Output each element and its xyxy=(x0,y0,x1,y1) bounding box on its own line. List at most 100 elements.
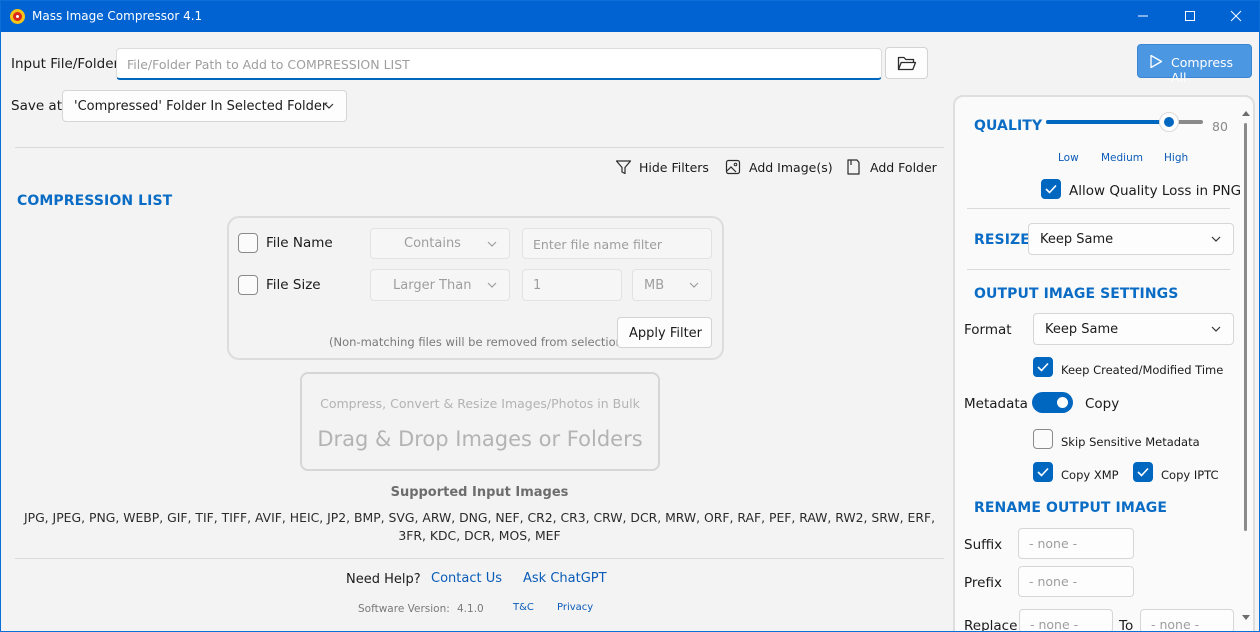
file-size-value-input[interactable]: 1 xyxy=(522,269,622,301)
copy-xmp-label: Copy XMP xyxy=(1061,468,1119,482)
quality-title: QUALITY xyxy=(974,118,1043,134)
file-size-filter-checkbox[interactable] xyxy=(238,275,258,295)
rename-output-title: RENAME OUTPUT IMAGE xyxy=(974,500,1168,516)
file-name-filter-label: File Name xyxy=(266,235,333,251)
minimize-button[interactable] xyxy=(1120,1,1166,32)
quality-medium-label[interactable]: Medium xyxy=(1101,152,1143,164)
metadata-toggle-label: Copy xyxy=(1085,396,1120,412)
browse-folder-button[interactable] xyxy=(885,47,928,79)
add-folder-label: Add Folder xyxy=(870,160,937,175)
hide-filters-label: Hide Filters xyxy=(639,160,709,175)
file-size-unit-value: MB xyxy=(644,278,665,293)
checkmark-icon xyxy=(1037,362,1049,372)
prefix-input[interactable]: - none - xyxy=(1018,566,1134,597)
allow-quality-loss-png-checkbox[interactable] xyxy=(1041,179,1061,199)
save-at-label: Save at xyxy=(11,98,62,114)
drop-zone-title: Drag & Drop Images or Folders xyxy=(317,427,643,451)
resize-title: RESIZE xyxy=(974,232,1030,248)
hide-filters-button[interactable]: Hide Filters xyxy=(615,159,709,177)
window-title: Mass Image Compressor 4.1 xyxy=(32,9,203,23)
to-input[interactable]: - none - xyxy=(1140,609,1234,632)
app-window: Mass Image Compressor 4.1 Input File/Fol… xyxy=(0,0,1260,632)
replace-placeholder: - none - xyxy=(1030,617,1079,632)
filter-note: (Non-matching files will be removed from… xyxy=(329,335,628,349)
keep-time-checkbox[interactable] xyxy=(1033,357,1053,377)
drop-zone[interactable]: Compress, Convert & Resize Images/Photos… xyxy=(300,372,660,471)
ask-chatgpt-link[interactable]: Ask ChatGPT xyxy=(523,571,607,586)
file-name-operator-value: Contains xyxy=(404,236,461,251)
close-icon xyxy=(1230,10,1242,22)
resize-value: Keep Same xyxy=(1040,232,1114,247)
suffix-placeholder: - none - xyxy=(1029,536,1078,551)
supported-formats-line-2: 3FR, KDC, DCR, MOS, MEF xyxy=(398,528,561,543)
close-button[interactable] xyxy=(1213,1,1259,32)
file-name-filter-checkbox[interactable] xyxy=(238,233,258,253)
metadata-toggle[interactable] xyxy=(1032,392,1073,413)
chevron-down-icon xyxy=(487,241,497,247)
output-settings-title: OUTPUT IMAGE SETTINGS xyxy=(974,286,1179,302)
scrollbar-thumb[interactable] xyxy=(1244,123,1247,531)
privacy-link[interactable]: Privacy xyxy=(557,602,593,613)
maximize-button[interactable] xyxy=(1167,1,1213,32)
contact-us-link[interactable]: Contact Us xyxy=(431,571,502,586)
file-name-filter-placeholder: Enter file name filter xyxy=(533,237,663,252)
play-icon xyxy=(1150,54,1163,69)
compress-all-button[interactable]: Compress All xyxy=(1137,44,1252,85)
replace-label: Replace xyxy=(964,618,1018,632)
save-location-dropdown[interactable]: 'Compressed' Folder In Selected Folder xyxy=(62,90,347,122)
input-path-placeholder: File/Folder Path to Add to COMPRESSION L… xyxy=(127,57,410,72)
file-size-unit-dropdown[interactable]: MB xyxy=(632,269,712,301)
copy-xmp-checkbox[interactable] xyxy=(1033,462,1053,482)
save-location-value: 'Compressed' Folder In Selected Folder xyxy=(74,99,328,114)
quality-low-label[interactable]: Low xyxy=(1058,152,1079,164)
copy-iptc-label: Copy IPTC xyxy=(1161,468,1219,482)
checkmark-icon xyxy=(1137,467,1149,477)
maximize-icon xyxy=(1185,11,1195,21)
supported-formats-line-1: JPG, JPEG, PNG, WEBP, GIF, TIF, TIFF, AV… xyxy=(23,510,936,525)
app-logo-icon xyxy=(10,9,25,24)
quality-value: 80 xyxy=(1212,119,1228,134)
resize-dropdown[interactable]: Keep Same xyxy=(1028,223,1234,255)
format-dropdown[interactable]: Keep Same xyxy=(1033,313,1234,345)
title-bar: Mass Image Compressor 4.1 xyxy=(1,1,1259,32)
to-label: To xyxy=(1119,618,1134,632)
filter-icon xyxy=(615,160,632,175)
add-images-label: Add Image(s) xyxy=(749,160,833,175)
add-images-button[interactable]: Add Image(s) xyxy=(725,159,833,177)
file-size-filter-label: File Size xyxy=(266,277,321,293)
apply-filter-button[interactable]: Apply Filter xyxy=(617,317,712,348)
chevron-down-icon xyxy=(487,282,497,288)
copy-iptc-checkbox[interactable] xyxy=(1133,462,1153,482)
minimize-icon xyxy=(1138,15,1148,17)
need-help-label: Need Help? xyxy=(346,572,421,587)
file-name-filter-input[interactable]: Enter file name filter xyxy=(522,228,712,259)
file-name-operator-dropdown[interactable]: Contains xyxy=(370,228,510,259)
prefix-placeholder: - none - xyxy=(1029,574,1078,589)
metadata-label: Metadata xyxy=(964,396,1028,412)
keep-time-label: Keep Created/Modified Time xyxy=(1061,363,1224,377)
file-size-operator-dropdown[interactable]: Larger Than xyxy=(370,269,510,301)
suffix-input[interactable]: - none - xyxy=(1018,528,1134,559)
terms-link[interactable]: T&C xyxy=(513,602,534,613)
chevron-down-icon xyxy=(1211,236,1221,242)
quality-high-label[interactable]: High xyxy=(1164,152,1188,164)
add-folder-button[interactable]: Add Folder xyxy=(846,158,937,176)
skip-sensitive-metadata-label: Skip Sensitive Metadata xyxy=(1061,435,1200,449)
apply-filter-label: Apply Filter xyxy=(629,326,703,341)
settings-scrollbar[interactable] xyxy=(1242,109,1250,624)
file-size-value: 1 xyxy=(533,278,542,293)
scroll-down-icon[interactable] xyxy=(1242,614,1250,620)
to-placeholder: - none - xyxy=(1151,617,1200,632)
input-label: Input File/Folder xyxy=(11,56,120,72)
checkmark-icon xyxy=(1045,184,1057,194)
input-path-field[interactable]: File/Folder Path to Add to COMPRESSION L… xyxy=(116,48,882,80)
allow-quality-loss-png-label: Allow Quality Loss in PNG xyxy=(1069,183,1242,199)
skip-sensitive-metadata-checkbox[interactable] xyxy=(1033,429,1053,449)
replace-input[interactable]: - none - xyxy=(1019,609,1113,632)
divider xyxy=(15,147,944,148)
folder-add-icon xyxy=(847,159,860,175)
divider xyxy=(967,208,1230,209)
divider xyxy=(967,269,1230,270)
scroll-up-icon[interactable] xyxy=(1242,111,1250,117)
compress-all-label: Compress All xyxy=(1171,55,1234,85)
